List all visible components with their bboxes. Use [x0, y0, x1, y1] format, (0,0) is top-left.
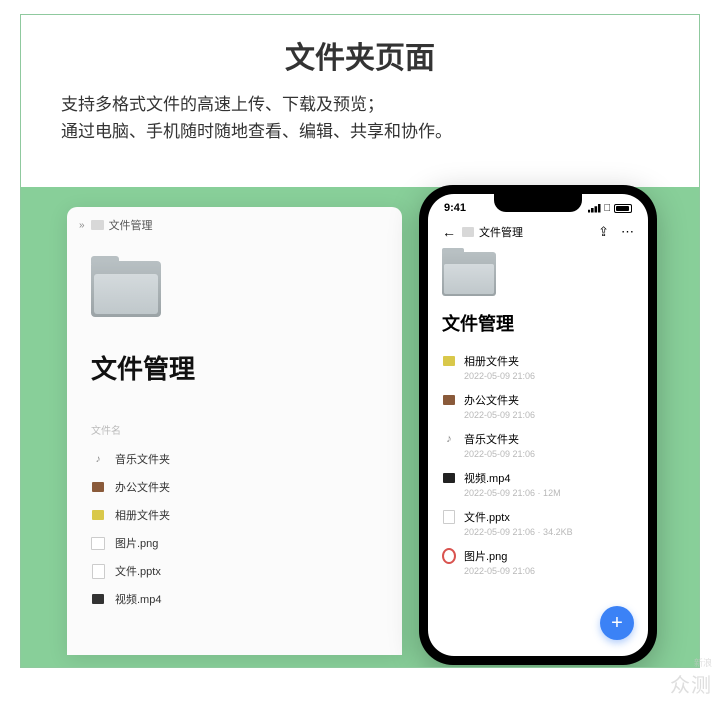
phone-breadcrumb[interactable]: 文件管理 [479, 224, 523, 240]
file-row[interactable]: 图片.png 2022-05-09 21:06 [428, 543, 648, 582]
wifi-icon: 􀙇 [604, 203, 612, 214]
file-row[interactable]: 视频.mp4 [67, 585, 402, 613]
phone-nav: ← 文件管理 ⇪ ⋯ [428, 214, 648, 244]
more-icon[interactable]: ⋯ [621, 224, 634, 240]
video-icon [91, 592, 105, 606]
file-meta: 2022-05-09 21:06 [464, 566, 634, 576]
add-button[interactable]: + [600, 606, 634, 640]
file-row[interactable]: 办公文件夹 [67, 473, 402, 501]
phone-preview: 9:41 􀙇 ← 文件管理 ⇪ ⋯ [419, 185, 657, 665]
file-row[interactable]: ♪音乐文件夹 [67, 445, 402, 473]
header-area: 文件夹页面 支持多格式文件的高速上传、下载及预览； 通过电脑、手机随时随地查看、… [21, 15, 699, 155]
folder-icon [442, 393, 456, 407]
chevron-right-icon: » [79, 220, 85, 231]
desktop-breadcrumb[interactable]: » 文件管理 [67, 207, 402, 243]
file-row[interactable]: 相册文件夹 [67, 501, 402, 529]
file-meta: 2022-05-09 21:06 [464, 410, 634, 420]
file-row[interactable]: ♪音乐文件夹 2022-05-09 21:06 [428, 426, 648, 465]
document-icon [91, 564, 105, 578]
file-meta: 2022-05-09 21:06 · 12M [464, 488, 634, 498]
signal-icon [588, 204, 601, 213]
folder-icon [91, 480, 105, 494]
file-row[interactable]: 相册文件夹 2022-05-09 21:06 [428, 348, 648, 387]
file-row[interactable]: 图片.png [67, 529, 402, 557]
folder-icon [91, 508, 105, 522]
showcase-panel: » 文件管理 文件管理 文件名 ♪音乐文件夹 办公文件夹 相册文件夹 图片.pn… [21, 187, 699, 667]
folder-icon [442, 354, 456, 368]
desktop-preview: » 文件管理 文件管理 文件名 ♪音乐文件夹 办公文件夹 相册文件夹 图片.pn… [67, 207, 402, 655]
folder-hero-icon [91, 261, 161, 317]
file-row[interactable]: 视频.mp4 2022-05-09 21:06 · 12M [428, 465, 648, 504]
status-time: 9:41 [444, 202, 466, 214]
image-icon [91, 536, 105, 550]
file-row[interactable]: 办公文件夹 2022-05-09 21:06 [428, 387, 648, 426]
phone-screen: 9:41 􀙇 ← 文件管理 ⇪ ⋯ [428, 194, 648, 656]
desktop-title: 文件管理 [91, 349, 402, 386]
breadcrumb-label: 文件管理 [109, 217, 153, 233]
folder-hero-icon [442, 252, 496, 296]
image-icon [442, 549, 456, 563]
phone-title: 文件管理 [442, 310, 648, 336]
file-meta: 2022-05-09 21:06 [464, 449, 634, 459]
back-icon[interactable]: ← [442, 224, 456, 240]
folder-icon [91, 220, 104, 230]
description-line-1: 支持多格式文件的高速上传、下载及预览； [61, 91, 659, 118]
file-meta: 2022-05-09 21:06 · 34.2KB [464, 527, 634, 537]
phone-notch [494, 194, 582, 212]
watermark: 新浪 众测 [670, 656, 712, 698]
promo-frame: 文件夹页面 支持多格式文件的高速上传、下载及预览； 通过电脑、手机随时随地查看、… [20, 14, 700, 668]
folder-icon [462, 227, 474, 237]
music-icon: ♪ [442, 432, 456, 446]
battery-icon [614, 204, 632, 213]
column-header-filename: 文件名 [91, 422, 402, 437]
document-icon [442, 510, 456, 524]
share-icon[interactable]: ⇪ [598, 224, 609, 240]
music-icon: ♪ [91, 452, 105, 466]
page-title: 文件夹页面 [61, 33, 659, 77]
description-line-2: 通过电脑、手机随时随地查看、编辑、共享和协作。 [61, 118, 659, 145]
file-row[interactable]: 文件.pptx [67, 557, 402, 585]
file-meta: 2022-05-09 21:06 [464, 371, 634, 381]
video-icon [442, 471, 456, 485]
file-row[interactable]: 文件.pptx 2022-05-09 21:06 · 34.2KB [428, 504, 648, 543]
